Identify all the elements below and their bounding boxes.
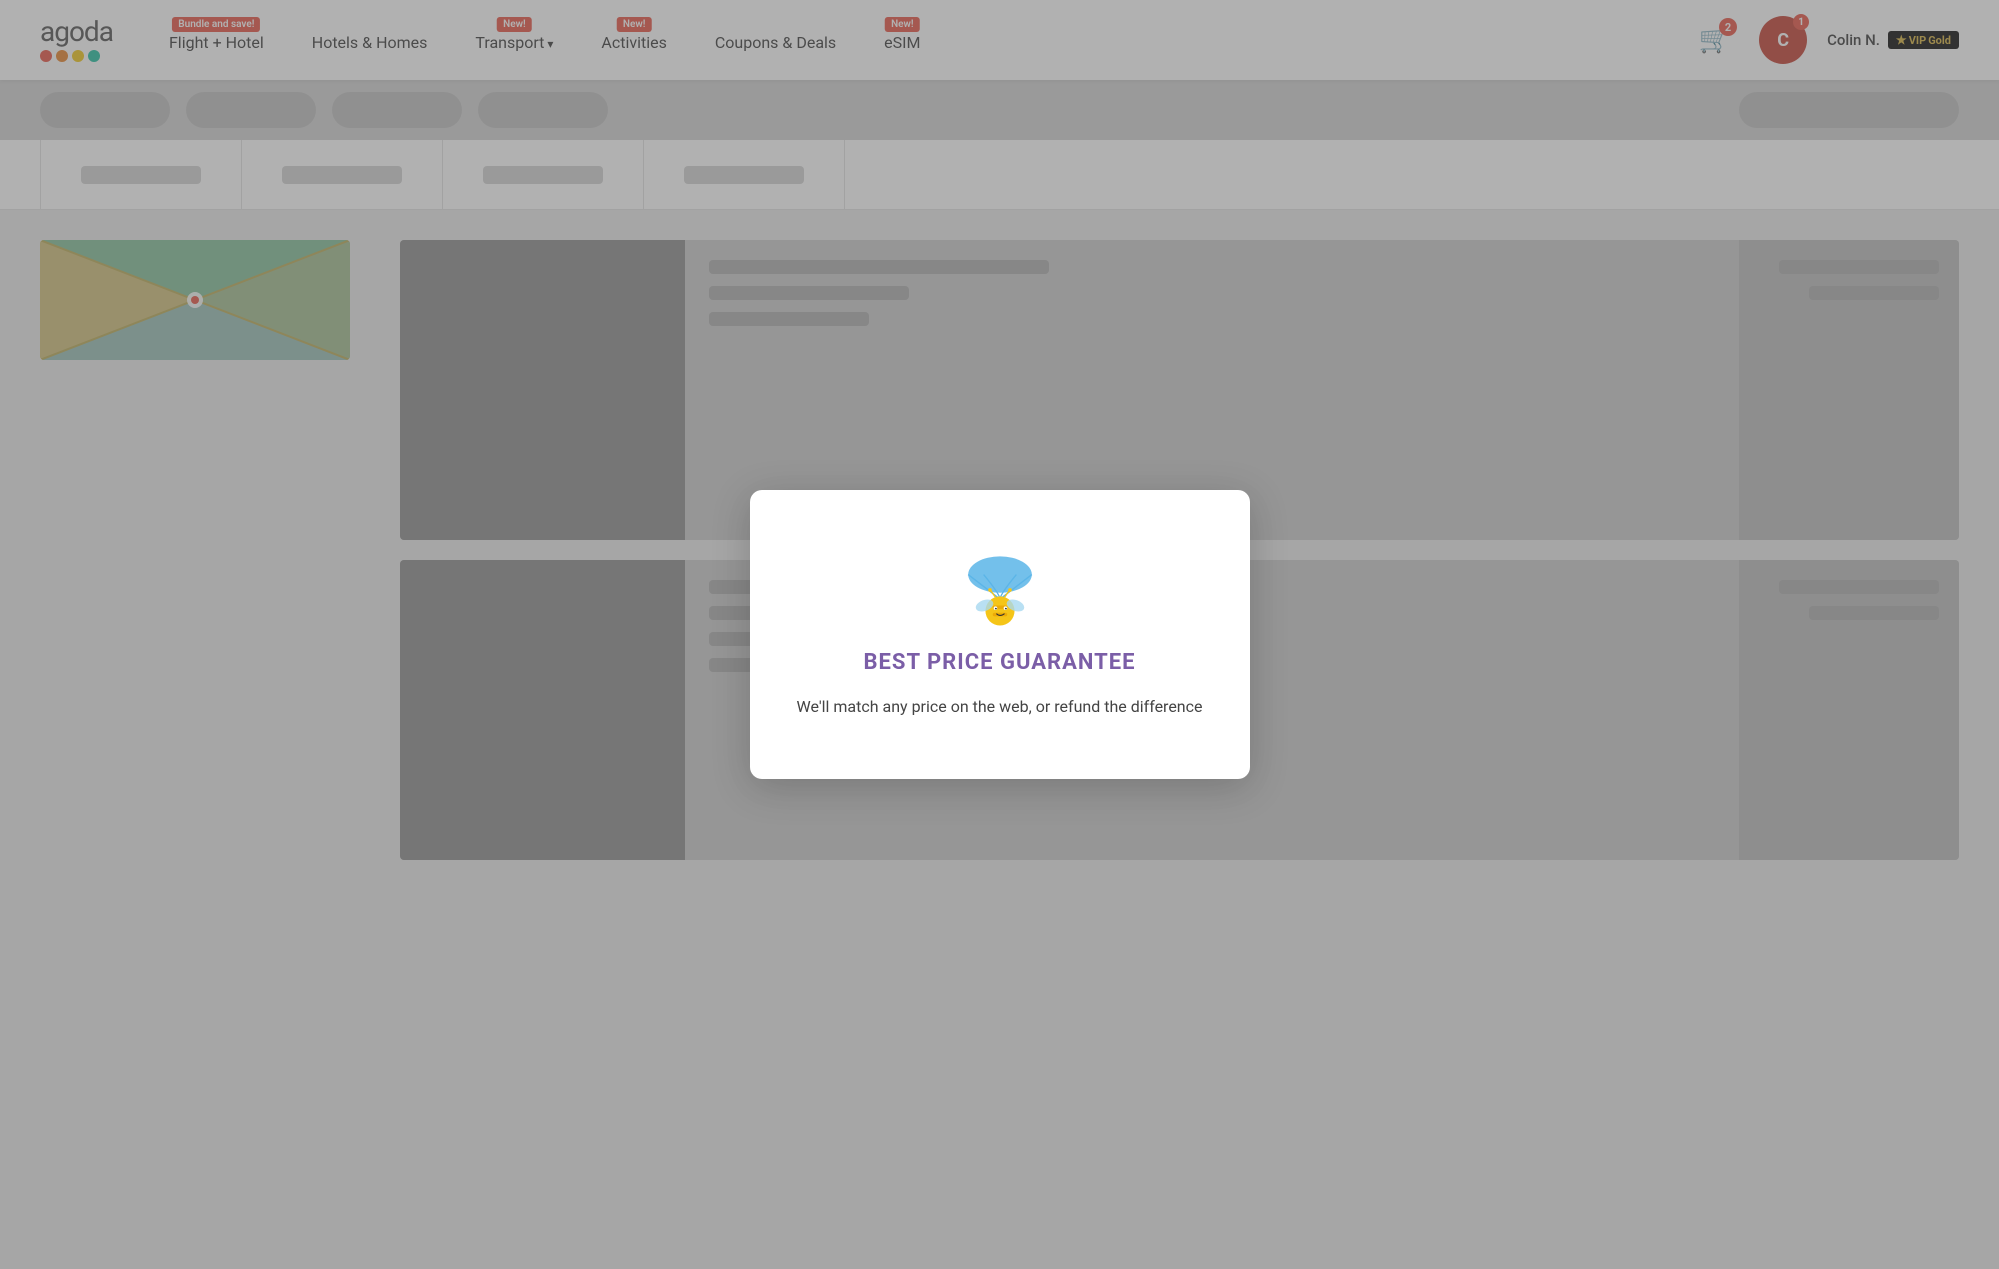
modal-title: BEST PRICE GUARANTEE (864, 650, 1136, 675)
mascot-svg (950, 545, 1050, 635)
modal-mascot (950, 550, 1050, 630)
best-price-modal: BEST PRICE GUARANTEE We'll match any pri… (750, 490, 1250, 779)
modal-overlay: BEST PRICE GUARANTEE We'll match any pri… (0, 0, 1999, 1269)
modal-subtitle: We'll match any price on the web, or ref… (796, 695, 1202, 719)
